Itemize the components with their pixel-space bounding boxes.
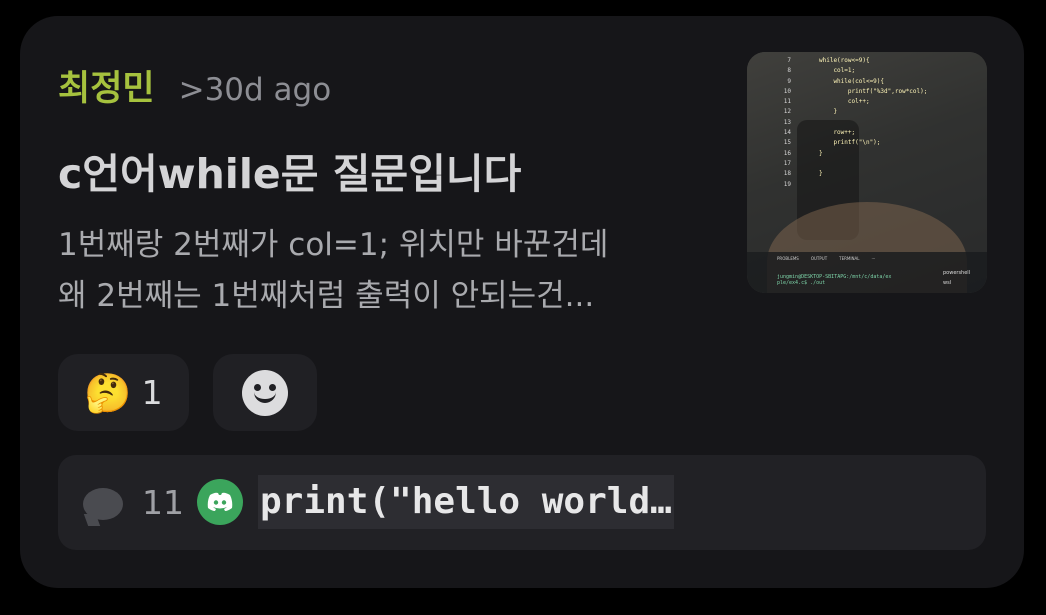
thumbnail-line-numbers: 7 8 9 10 11 12 13 14 15 16 17 18 19 — [783, 57, 791, 188]
thumbnail-panel-tabs: PROBLEMS OUTPUT TERMINAL ··· — [777, 256, 876, 261]
thumbnail-terminal-list: powershell wsl — [943, 270, 971, 286]
thumbnail-terminal-prompt: jungmin@DESKTOP-SBITAPG:/mnt/c/data/ex p… — [777, 274, 892, 286]
discord-avatar-icon — [197, 479, 243, 525]
post-thumbnail[interactable]: 7 8 9 10 11 12 13 14 15 16 17 18 19 whil… — [747, 52, 987, 293]
preview-line: 왜 2번째는 1번째처럼 출력이 안되는건... — [58, 278, 595, 314]
preview-line: 1번째랑 2번째가 col=1; 위치만 바꾼건데 — [58, 227, 609, 263]
speech-bubble-icon — [83, 488, 123, 520]
post-title[interactable]: c언어while문 질문입니다 — [58, 140, 718, 200]
thinking-face-icon: 🤔 — [84, 370, 132, 415]
reaction-count: 1 — [141, 373, 163, 412]
thumbnail-code: while(row<=9){ col=1; while(col<=9){ pri… — [819, 57, 928, 178]
thread-footer[interactable]: 11 print("hello world… — [58, 455, 986, 550]
post-meta: 최정민 >30d ago — [58, 60, 331, 111]
reply-count: 11 — [142, 483, 184, 522]
add-reaction-icon — [242, 369, 288, 416]
post-timestamp: >30d ago — [178, 72, 332, 108]
reaction-bar: 🤔 1 — [58, 354, 317, 431]
add-reaction-button[interactable] — [213, 354, 317, 431]
reaction-thinking[interactable]: 🤔 1 — [58, 354, 189, 431]
forum-post-card[interactable]: 최정민 >30d ago c언어while문 질문입니다 1번째랑 2번째가 c… — [20, 16, 1024, 588]
author-name[interactable]: 최정민 — [58, 60, 155, 111]
post-preview: 1번째랑 2번째가 col=1; 위치만 바꾼건데 왜 2번째는 1번째처럼 출… — [58, 220, 718, 322]
last-message-preview: print("hello world… — [258, 475, 674, 529]
